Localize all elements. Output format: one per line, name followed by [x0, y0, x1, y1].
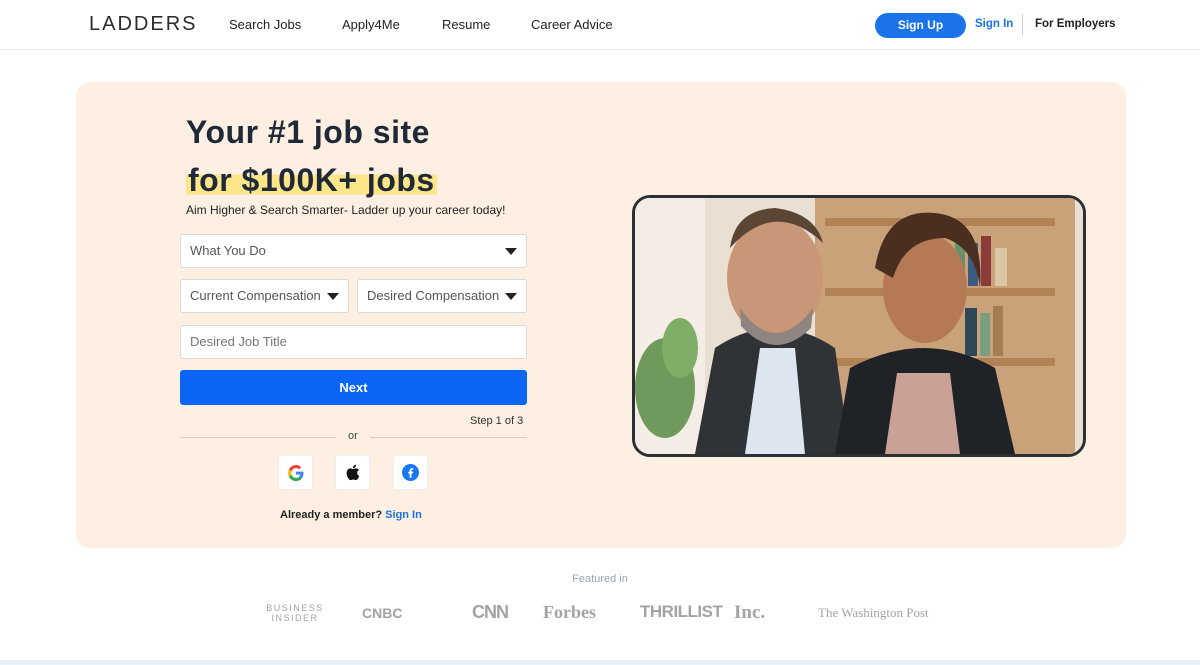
nav-resume[interactable]: Resume: [442, 17, 490, 32]
business-insider-logo: BUSINESS INSIDER: [266, 603, 324, 623]
current-compensation-label: Current Compensation: [190, 288, 321, 303]
bottom-strip: [0, 660, 1200, 665]
hero-title-highlight: for $100K+ jobs: [186, 162, 437, 198]
or-divider-right: [370, 437, 527, 438]
featured-logos: BUSINESS INSIDER CNBC CNN Forbes THRILLI…: [0, 598, 1200, 628]
cnn-logo: CNN: [472, 602, 509, 622]
for-employers-link[interactable]: For Employers: [1035, 18, 1116, 30]
hero-card: Your #1 job site for $100K+ jobs Aim Hig…: [76, 82, 1126, 548]
caret-down-icon: [505, 293, 517, 300]
desired-compensation-label: Desired Compensation: [367, 288, 500, 303]
next-button[interactable]: Next: [180, 370, 527, 405]
or-divider-left: [180, 437, 336, 438]
already-member-label: Already a member?: [280, 509, 383, 521]
sign-in-link[interactable]: Sign In: [975, 18, 1013, 30]
header-divider: [1022, 14, 1023, 36]
desired-job-title-placeholder: Desired Job Title: [190, 334, 287, 349]
thrillist-logo: THRILLIST: [640, 602, 723, 621]
washington-post-logo: The Washington Post: [818, 605, 929, 620]
hero-subtitle: Aim Higher & Search Smarter- Ladder up y…: [186, 203, 506, 217]
nav-search-jobs[interactable]: Search Jobs: [229, 17, 301, 32]
caret-down-icon: [505, 248, 517, 255]
google-icon: [287, 464, 303, 481]
desired-job-title-input[interactable]: Desired Job Title: [180, 325, 527, 359]
nav-apply4me[interactable]: Apply4Me: [342, 17, 400, 32]
already-member-text: Already a member? Sign In: [280, 509, 422, 521]
sign-up-button[interactable]: Sign Up: [875, 13, 966, 38]
what-you-do-select[interactable]: What You Do: [180, 234, 527, 268]
facebook-icon: [402, 464, 419, 481]
current-compensation-select[interactable]: Current Compensation: [180, 279, 349, 313]
cnbc-logo: CNBC: [362, 605, 403, 621]
hero-photo-frame: [632, 195, 1086, 457]
member-sign-in-link[interactable]: Sign In: [385, 509, 422, 521]
featured-in-label: Featured in: [572, 573, 628, 585]
apple-icon: [346, 464, 360, 481]
caret-down-icon: [327, 293, 339, 300]
apple-login-button[interactable]: [335, 455, 370, 490]
nav-career-advice[interactable]: Career Advice: [531, 17, 613, 32]
forbes-logo: Forbes: [543, 602, 596, 622]
hero-title-line1: Your #1 job site: [186, 114, 430, 150]
inc-logo: Inc.: [734, 602, 766, 623]
hero-title-line2: for $100K+ jobs: [186, 162, 437, 199]
step-indicator: Step 1 of 3: [470, 415, 524, 427]
hero-photo: [635, 198, 1083, 454]
ladders-logo[interactable]: LADDERS: [89, 13, 197, 36]
desired-compensation-select[interactable]: Desired Compensation: [357, 279, 527, 313]
facebook-login-button[interactable]: [393, 455, 428, 490]
or-text: or: [348, 430, 358, 442]
what-you-do-label: What You Do: [190, 243, 266, 258]
google-login-button[interactable]: [278, 455, 313, 490]
top-header: LADDERS Search Jobs Apply4Me Resume Care…: [0, 0, 1200, 50]
